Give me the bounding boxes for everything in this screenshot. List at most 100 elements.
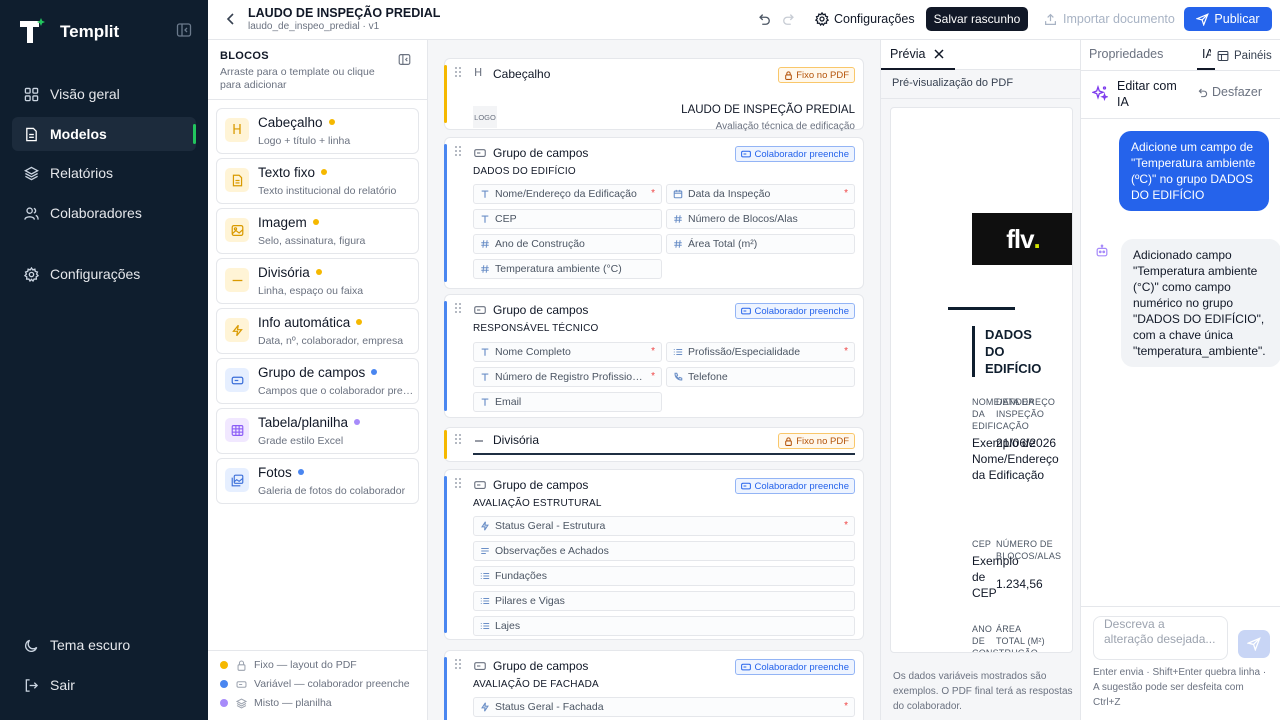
close-icon[interactable] xyxy=(934,49,944,59)
field-item[interactable]: Número de Registro Profissional (CREA/CA… xyxy=(473,367,662,387)
minus-icon xyxy=(474,439,484,443)
block-divider[interactable]: Divisória Linha, espaço ou faixa xyxy=(216,258,419,304)
drag-handle-icon[interactable] xyxy=(455,478,461,488)
table-icon xyxy=(225,418,249,442)
app-name: Templit xyxy=(60,22,120,41)
input-icon xyxy=(741,307,752,315)
lock-icon xyxy=(785,436,793,446)
pdf-page[interactable]: flv. DADOS DO EDIFÍCIO NOME/ENDEREÇO DA … xyxy=(890,107,1073,653)
field-item[interactable]: Número de Blocos/Alas xyxy=(666,209,855,229)
card-title: Divisória xyxy=(493,433,540,447)
redo-icon[interactable] xyxy=(782,12,796,26)
field-item[interactable]: CEP xyxy=(473,209,662,229)
field-item[interactable]: Profissão/Especialidade * xyxy=(666,342,855,362)
header-block-card[interactable]: H Cabeçalho Fixo no PDF LOGO LAUDO DE IN… xyxy=(444,58,864,143)
block-table[interactable]: Tabela/planilha Grade estilo Excel xyxy=(216,408,419,454)
users-icon xyxy=(24,206,39,220)
moon-icon xyxy=(25,639,38,652)
layers-icon xyxy=(236,697,247,709)
block-image[interactable]: Imagem Selo, assinatura, figura xyxy=(216,208,419,254)
block-description: Galeria de fotos do colaborador xyxy=(258,485,406,497)
nav-item-models[interactable]: Modelos xyxy=(12,117,196,151)
divider-line xyxy=(473,453,855,455)
publish-label: Publicar xyxy=(1214,12,1260,26)
nav-item-settings[interactable]: Configurações xyxy=(12,257,196,291)
field-item[interactable]: Temperatura ambiente (°C) xyxy=(473,259,662,279)
field-group-card[interactable]: Grupo de campos Colaborador preenche DAD… xyxy=(444,137,864,289)
field-group-card[interactable]: Grupo de campos Colaborador preenche AVA… xyxy=(444,469,864,640)
field-item[interactable]: Telefone xyxy=(666,367,855,387)
company-logo: flv. xyxy=(972,213,1072,265)
panels-button[interactable]: Painéis xyxy=(1211,44,1280,68)
field-item[interactable]: Data da Inspeção * xyxy=(666,184,855,204)
block-auto-info[interactable]: Info automática Data, nº, colaborador, e… xyxy=(216,308,419,354)
block-photos[interactable]: Fotos Galeria de fotos do colaborador xyxy=(216,458,419,504)
header-rule xyxy=(948,307,1015,310)
settings-label: Configurações xyxy=(834,12,915,26)
field-item[interactable]: Email xyxy=(473,392,662,412)
field-item[interactable]: Observações e Achados xyxy=(473,541,855,561)
tab-properties[interactable]: Propriedades xyxy=(1089,47,1163,61)
drag-handle-icon[interactable] xyxy=(455,67,461,77)
field-label: ÁREA TOTAL (M²) xyxy=(996,624,1045,646)
gear-icon xyxy=(24,266,39,282)
publish-button[interactable]: Publicar xyxy=(1184,7,1272,31)
file-icon xyxy=(26,127,37,141)
divider-block-card[interactable]: Divisória Fixo no PDF xyxy=(444,427,864,462)
document-slug: laudo_de_inspeo_predial · v1 xyxy=(248,21,380,32)
nav-item-reports[interactable]: Relatórios xyxy=(12,156,196,190)
field-item[interactable]: Nome Completo * xyxy=(473,342,662,362)
card-title: Cabeçalho xyxy=(493,67,551,81)
field-item[interactable]: Lajes xyxy=(473,616,855,636)
block-fixed-text[interactable]: Texto fixo Texto institucional do relató… xyxy=(216,158,419,204)
list-icon xyxy=(480,622,490,630)
block-field-group[interactable]: Grupo de campos Campos que o colaborador… xyxy=(216,358,419,404)
field-item[interactable]: Área Total (m²) xyxy=(666,234,855,254)
field-item[interactable]: Status Geral - Fachada * xyxy=(473,697,855,717)
header-doc-subtitle: Avaliação técnica de edificação xyxy=(715,121,855,132)
document-icon xyxy=(225,168,249,192)
field-group-card[interactable]: Grupo de campos Colaborador preenche RES… xyxy=(444,294,864,418)
field-item[interactable]: Nome/Endereço da Edificação * xyxy=(473,184,662,204)
field-group-card[interactable]: Grupo de campos Colaborador preenche AVA… xyxy=(444,650,864,720)
nav-item-label: Colaboradores xyxy=(50,205,142,221)
send-button[interactable] xyxy=(1238,630,1270,658)
card-title: Grupo de campos xyxy=(493,478,589,492)
tab-preview[interactable]: Prévia xyxy=(881,40,955,70)
input-icon xyxy=(474,661,486,671)
block-title: Tabela/planilha xyxy=(258,415,361,430)
drag-handle-icon[interactable] xyxy=(455,434,461,444)
drag-handle-icon[interactable] xyxy=(455,303,461,313)
field-item[interactable]: Status Geral - Estrutura * xyxy=(473,516,855,536)
dock-panel-icon[interactable] xyxy=(398,53,411,66)
blocks-description: Arraste para o template ou clique para a… xyxy=(220,66,375,91)
settings-button[interactable]: Configurações xyxy=(815,8,915,30)
input-hint: Enter envia · Shift+Enter quebra linha ·… xyxy=(1093,667,1267,708)
collapse-sidebar-icon[interactable] xyxy=(176,22,192,38)
block-header[interactable]: H Cabeçalho Logo + título + linha xyxy=(216,108,419,154)
nav-item-collaborators[interactable]: Colaboradores xyxy=(12,196,196,230)
undo-ai-button[interactable]: Desfazer xyxy=(1197,85,1262,99)
nav-item-label: Configurações xyxy=(50,266,141,282)
main-sidebar: Templit Visão geral Modelos Relatórios C… xyxy=(0,0,208,720)
field-item[interactable]: Pilares e Vigas xyxy=(473,591,855,611)
brand[interactable]: Templit xyxy=(18,18,119,46)
import-document-button[interactable]: Importar documento xyxy=(1044,8,1175,30)
ai-prompt-input[interactable]: Descreva a alteração desejada... xyxy=(1093,616,1228,660)
field-item[interactable]: Ano de Construção xyxy=(473,234,662,254)
layers-icon xyxy=(24,166,39,180)
drag-handle-icon[interactable] xyxy=(455,146,461,156)
undo-icon[interactable] xyxy=(757,12,771,26)
nav-item-overview[interactable]: Visão geral xyxy=(12,77,196,111)
preview-footnote: Os dados variáveis mostrados são exemplo… xyxy=(893,671,1073,712)
block-title: Texto fixo xyxy=(258,165,328,180)
block-description: Campos que o colaborador preenche xyxy=(258,385,414,397)
gear-icon xyxy=(815,12,829,26)
back-arrow-icon[interactable] xyxy=(226,12,236,26)
import-label: Importar documento xyxy=(1063,12,1175,26)
dark-theme-toggle[interactable]: Tema escuro xyxy=(12,628,196,662)
logout-button[interactable]: Sair xyxy=(12,668,196,702)
save-draft-button[interactable]: Salvar rascunho xyxy=(926,7,1028,31)
field-item[interactable]: Fundações xyxy=(473,566,855,586)
drag-handle-icon[interactable] xyxy=(455,659,461,669)
